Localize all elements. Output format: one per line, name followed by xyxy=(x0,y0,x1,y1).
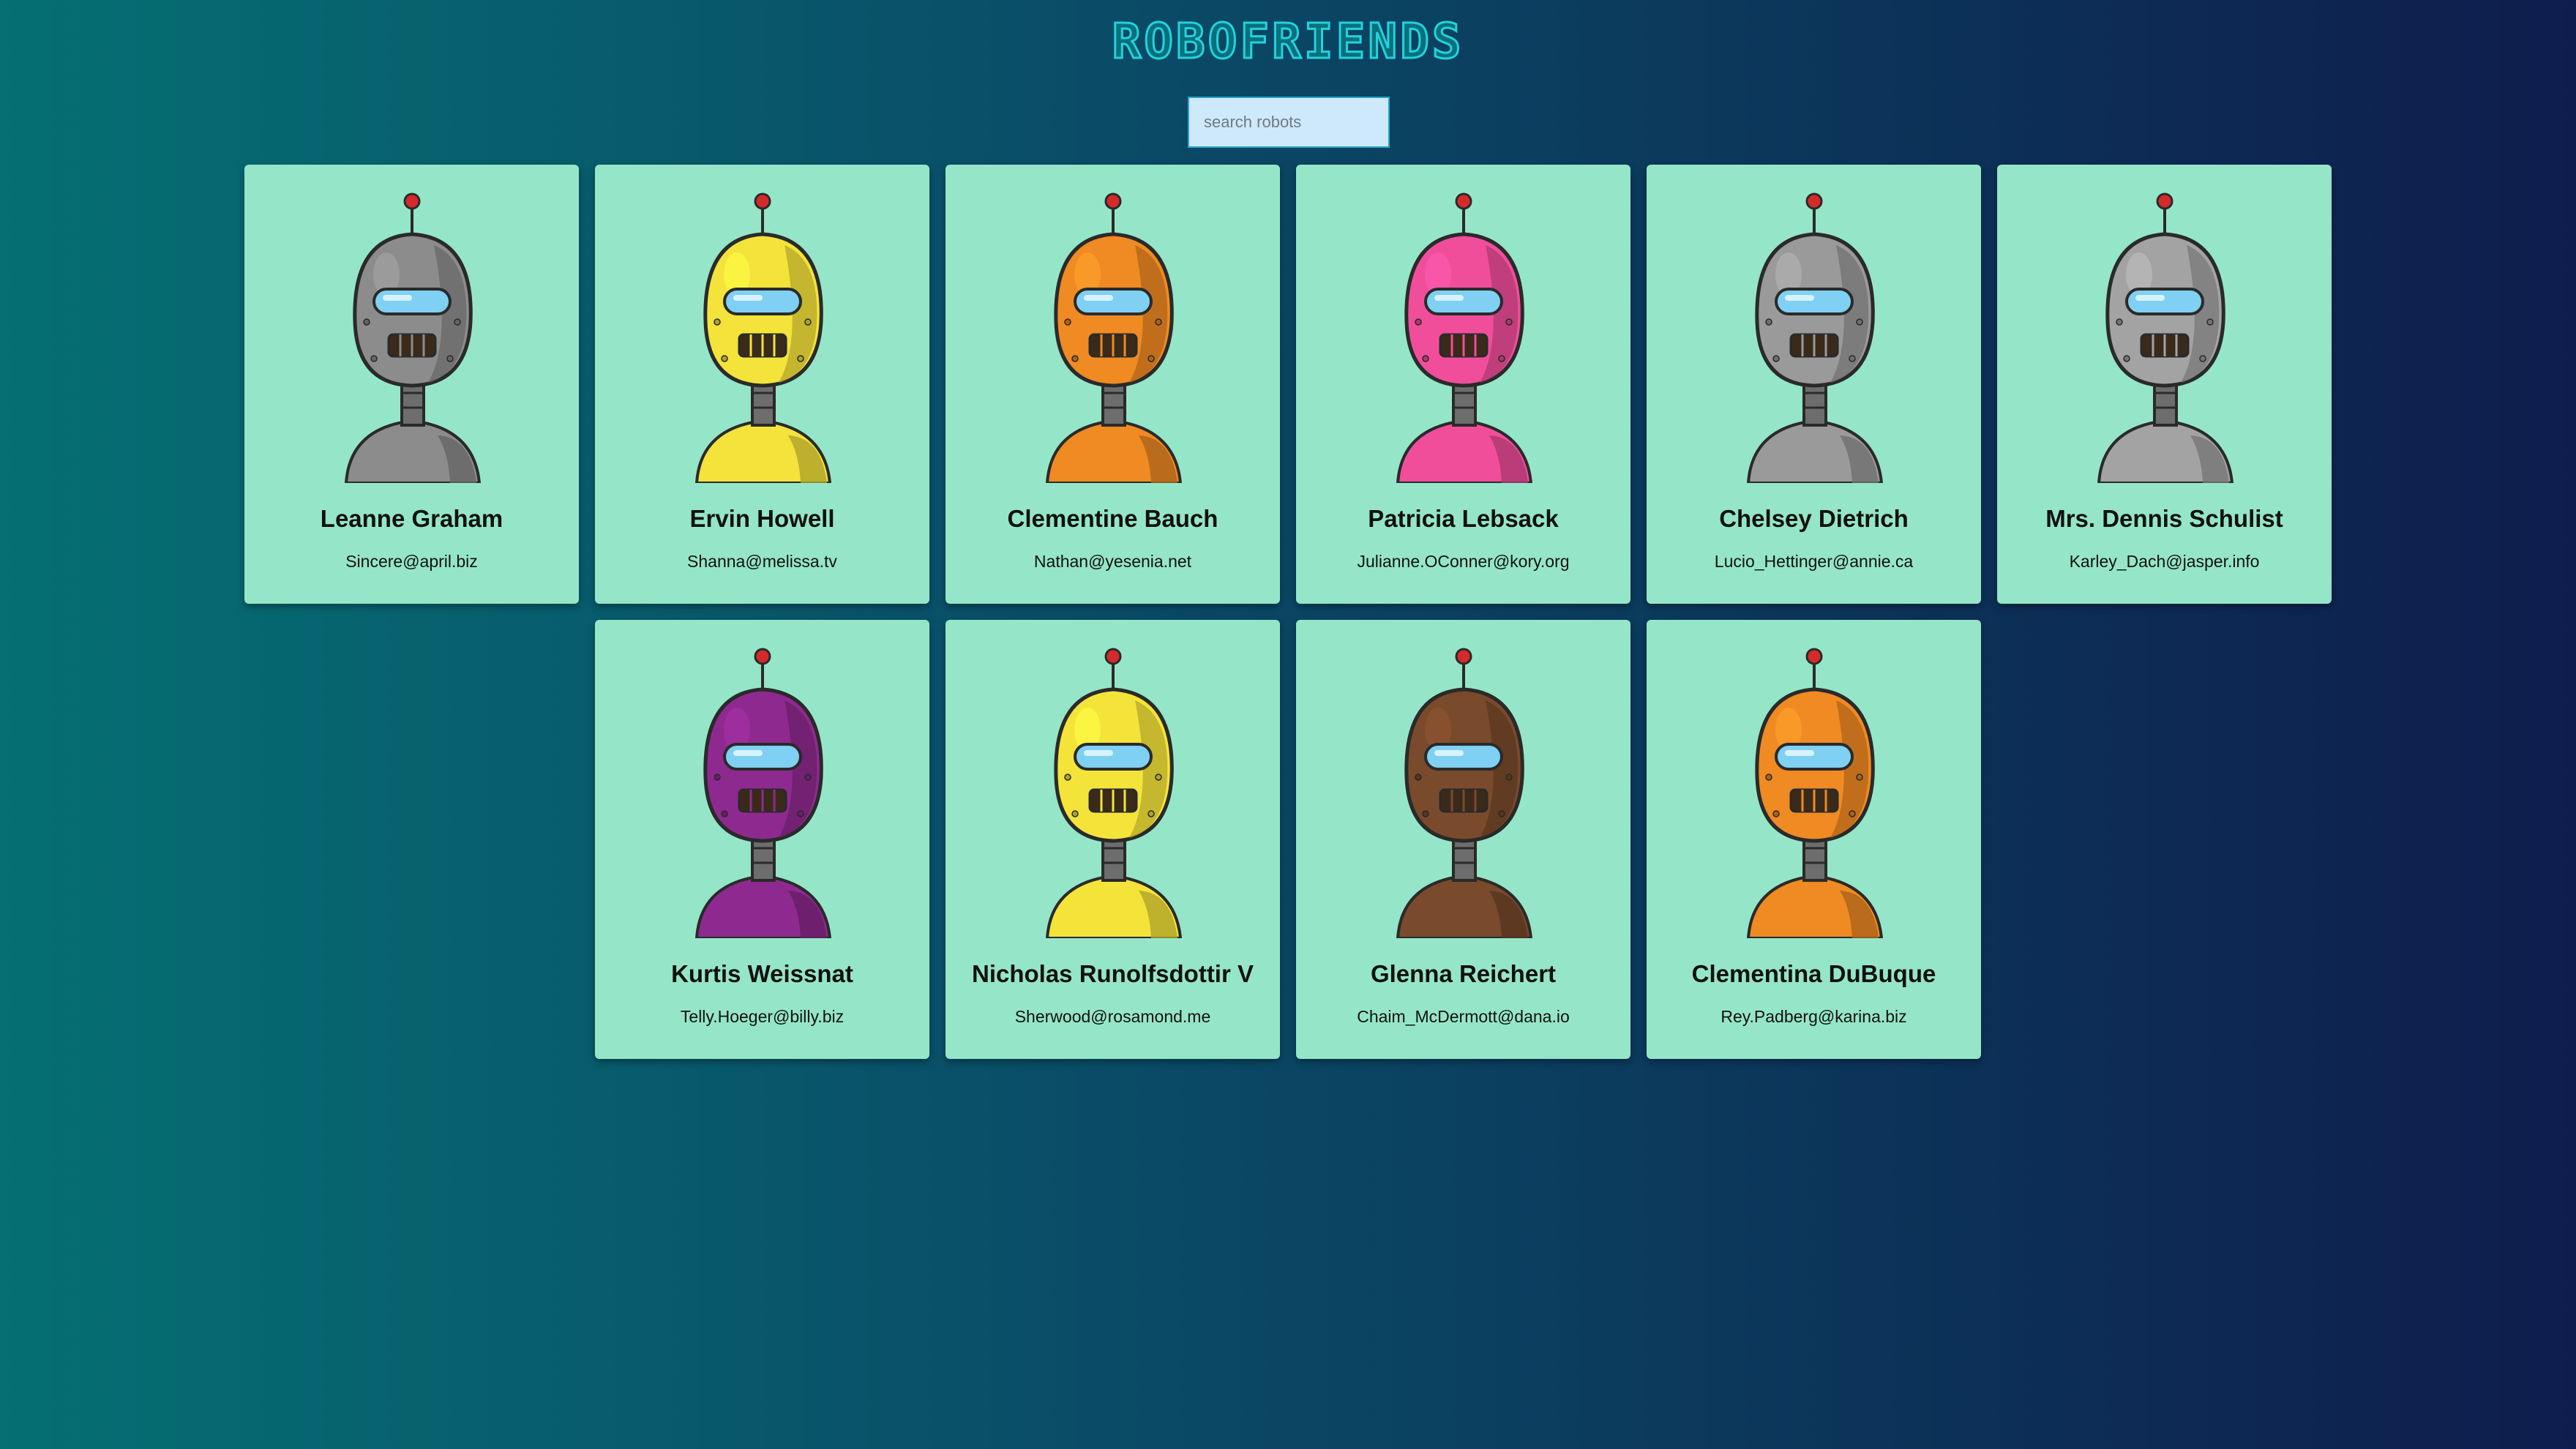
robot-email: Sherwood@rosamond.me xyxy=(1014,1007,1211,1026)
robot-email: Lucio_Hettinger@annie.ca xyxy=(1714,552,1914,571)
app-title: ROBOFRIENDS xyxy=(1111,12,1464,71)
robot-card[interactable]: Kurtis Weissnat Telly.Hoeger@billy.biz xyxy=(595,620,929,1059)
robot-avatar xyxy=(1396,648,1532,938)
robot-name: Clementine Bauch xyxy=(1007,505,1218,532)
robot-avatar xyxy=(1045,192,1182,483)
robot-email: Sincere@april.biz xyxy=(345,552,478,571)
robot-card[interactable]: Glenna Reichert Chaim_McDermott@dana.io xyxy=(1296,620,1630,1059)
robot-avatar xyxy=(344,192,481,483)
robot-avatar xyxy=(1045,648,1182,938)
robot-email: Julianne.OConner@kory.org xyxy=(1357,552,1570,571)
robot-name: Chelsey Dietrich xyxy=(1719,505,1909,532)
robot-card-list: Leanne Graham Sincere@april.biz Ervin Ho… xyxy=(70,165,2506,1059)
robot-email: Chaim_McDermott@dana.io xyxy=(1357,1007,1570,1026)
robot-email: Rey.Padberg@karina.biz xyxy=(1721,1007,1907,1026)
robot-email: Karley_Dach@jasper.info xyxy=(2069,552,2260,571)
robot-name: Kurtis Weissnat xyxy=(671,960,853,987)
robot-name: Nicholas Runolfsdottir V xyxy=(971,960,1254,987)
robot-card[interactable]: Ervin Howell Shanna@melissa.tv xyxy=(595,165,929,604)
robot-avatar xyxy=(1746,648,1883,938)
robot-name: Mrs. Dennis Schulist xyxy=(2045,505,2283,532)
robot-name: Leanne Graham xyxy=(320,505,503,532)
robot-name: Glenna Reichert xyxy=(1370,960,1557,987)
robot-card[interactable]: Chelsey Dietrich Lucio_Hettinger@annie.c… xyxy=(1647,165,1981,604)
robot-avatar xyxy=(694,648,831,938)
robot-email: Nathan@yesenia.net xyxy=(1033,552,1192,571)
robot-card[interactable]: Mrs. Dennis Schulist Karley_Dach@jasper.… xyxy=(1997,165,2332,604)
robot-avatar xyxy=(2097,192,2234,483)
search-input[interactable] xyxy=(1188,97,1390,148)
robot-email: Telly.Hoeger@billy.biz xyxy=(680,1007,845,1026)
robot-card[interactable]: Clementina DuBuque Rey.Padberg@karina.bi… xyxy=(1647,620,1981,1059)
robot-name: Patricia Lebsack xyxy=(1368,505,1559,532)
robot-card[interactable]: Patricia Lebsack Julianne.OConner@kory.o… xyxy=(1296,165,1630,604)
robot-avatar xyxy=(1746,192,1883,483)
robot-card[interactable]: Nicholas Runolfsdottir V Sherwood@rosamo… xyxy=(946,620,1280,1059)
robot-email: Shanna@melissa.tv xyxy=(687,552,837,571)
robot-name: Clementina DuBuque xyxy=(1691,960,1936,987)
robot-card[interactable]: Leanne Graham Sincere@april.biz xyxy=(244,165,579,604)
robot-card[interactable]: Clementine Bauch Nathan@yesenia.net xyxy=(946,165,1280,604)
robot-avatar xyxy=(694,192,831,483)
robot-avatar xyxy=(1396,192,1532,483)
robot-name: Ervin Howell xyxy=(689,505,835,532)
